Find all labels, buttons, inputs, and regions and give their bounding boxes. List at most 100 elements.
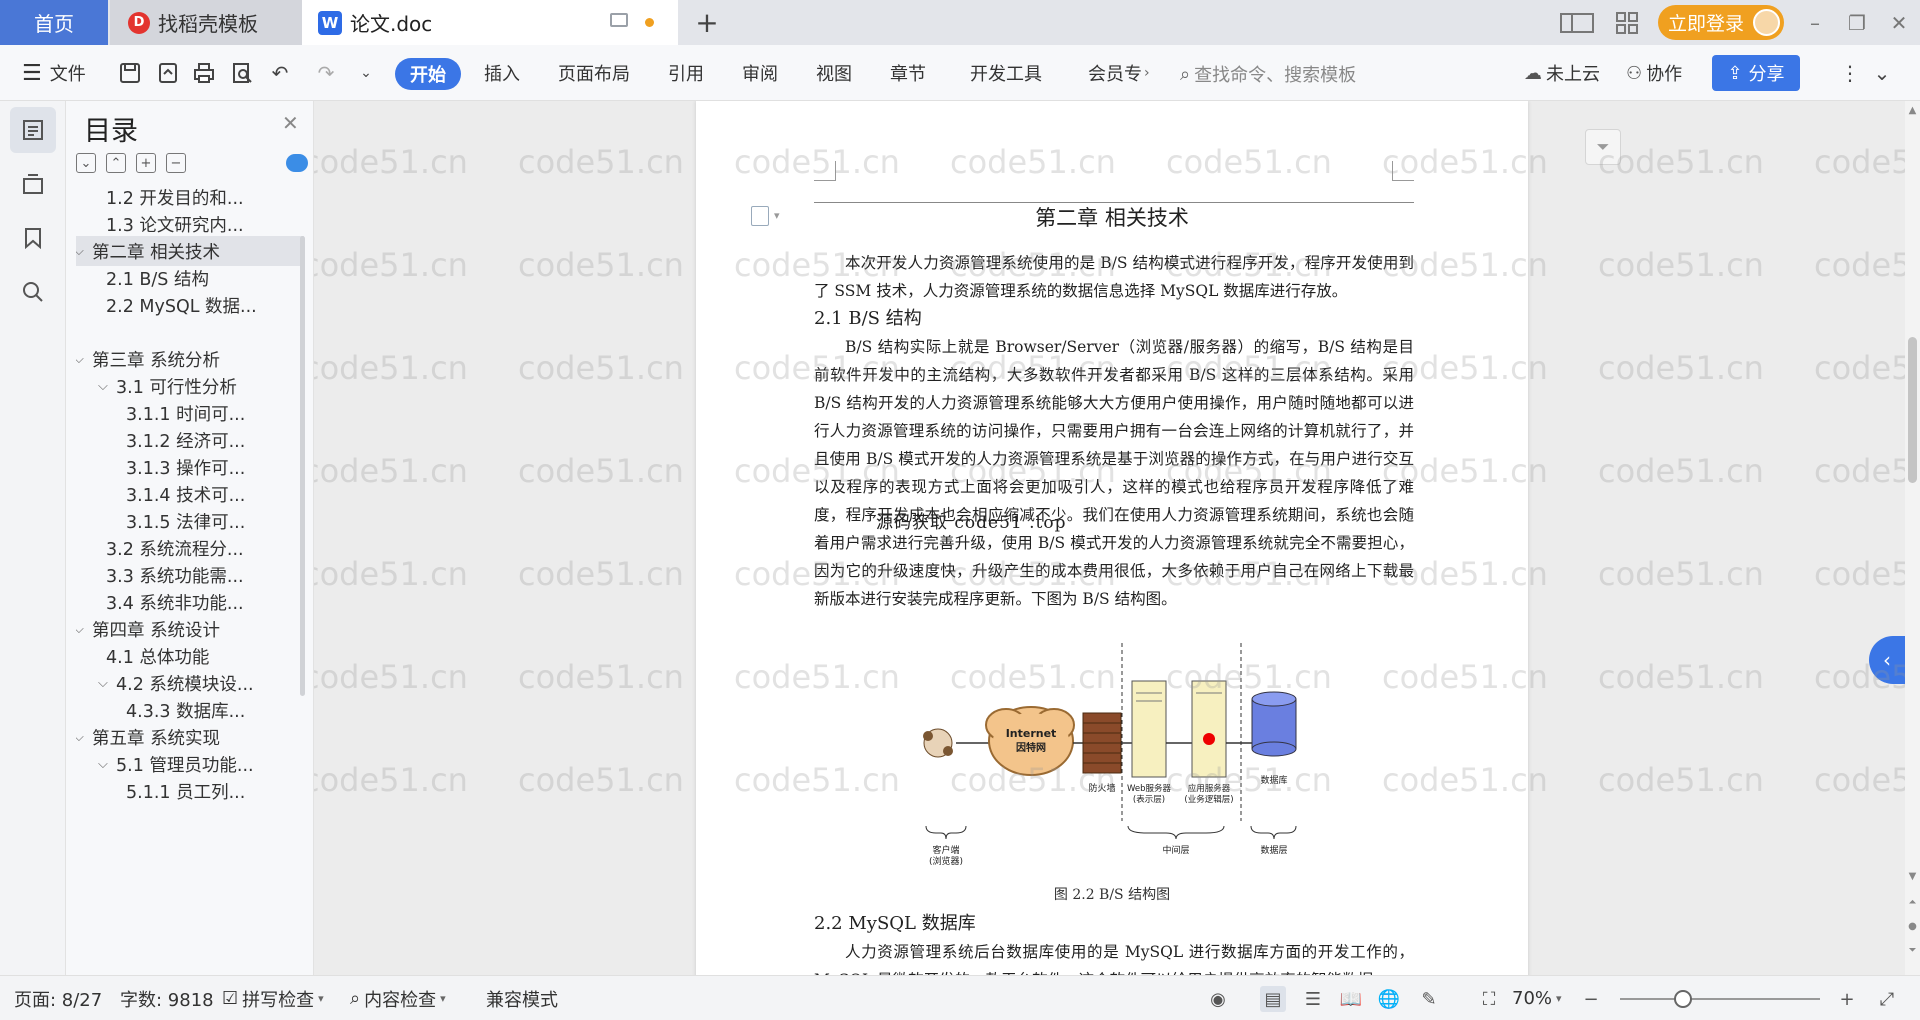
fit-page-icon[interactable]: ⛶: [1476, 986, 1502, 1012]
print-icon[interactable]: [190, 59, 218, 87]
toc-item[interactable]: 5.1.1 员工列...: [76, 776, 304, 806]
tab-home[interactable]: 首页: [0, 0, 108, 45]
share-button[interactable]: ⇪ 分享: [1712, 55, 1800, 91]
reading-view-icon[interactable]: 📖: [1338, 986, 1364, 1012]
web-view-icon[interactable]: 🌐: [1376, 986, 1402, 1012]
toc-item[interactable]: 3.1.2 经济可...: [76, 425, 304, 455]
zoom-out-icon[interactable]: −: [1578, 986, 1604, 1012]
toc-item[interactable]: ⌵第三章 系统分析: [76, 344, 304, 374]
page-view-icon[interactable]: ▤: [1260, 986, 1286, 1012]
monitor-icon[interactable]: [610, 13, 628, 27]
toc-item[interactable]: 3.1.3 操作可...: [76, 452, 304, 482]
close-icon[interactable]: ✕: [1884, 8, 1914, 38]
toc-item[interactable]: 3.1.4 技术可...: [76, 479, 304, 509]
toc-item[interactable]: 3.4 系统非功能...: [76, 587, 304, 617]
collapse-all-icon[interactable]: ⌃: [106, 153, 126, 173]
toc-item[interactable]: 4.3.3 数据库...: [76, 695, 304, 725]
close-icon[interactable]: ✕: [282, 111, 299, 135]
undo-icon[interactable]: ↶: [266, 59, 294, 87]
remove-heading-icon[interactable]: −: [166, 153, 186, 173]
chevron-down-icon[interactable]: ⌵: [76, 730, 90, 745]
toc-item[interactable]: 3.1.5 法律可...: [76, 506, 304, 536]
redo-icon[interactable]: ↷: [312, 59, 340, 87]
toc-item[interactable]: ⌵第五章 系统实现: [76, 722, 304, 752]
next-page-icon[interactable]: ⏷: [1907, 945, 1918, 956]
tab-document[interactable]: W 论文.doc: [302, 0, 678, 45]
toc-scrollbar[interactable]: [300, 236, 305, 696]
word-count[interactable]: 字数: 9818: [120, 976, 214, 1020]
fullscreen-icon[interactable]: ⤢: [1874, 986, 1900, 1012]
chevron-down-icon[interactable]: ⌵: [98, 757, 114, 772]
toc-item[interactable]: ⌵ 5.1 管理员功能...: [76, 749, 304, 779]
collaborate-button[interactable]: ⚇ 协作: [1626, 56, 1682, 90]
page-indicator[interactable]: 页面: 8/27: [14, 976, 102, 1020]
print-preview-icon[interactable]: [228, 59, 256, 87]
toc-item[interactable]: ⌵第二章 相关技术: [76, 236, 304, 266]
side-panel-toggle-icon[interactable]: ‹: [1869, 636, 1905, 684]
toc-item[interactable]: ⌵第四章 系统设计: [76, 614, 304, 644]
zoom-level-dropdown[interactable]: 70% ▾: [1512, 976, 1562, 1020]
pen-icon[interactable]: ✎: [1416, 986, 1442, 1012]
toc-item[interactable]: 2.2 MySQL 数据...: [76, 290, 304, 320]
minimize-icon[interactable]: –: [1800, 8, 1830, 38]
add-heading-icon[interactable]: +: [136, 153, 156, 173]
chapter-nav-icon[interactable]: [10, 161, 56, 207]
document-page[interactable]: ▾ 第二章 相关技术 本次开发人力资源管理系统使用的是 B/S 结构模式进行程序…: [696, 101, 1528, 975]
chevron-down-icon[interactable]: ⌵: [76, 352, 90, 367]
toc-panel-icon[interactable]: [10, 107, 56, 153]
layout-toggle-icon[interactable]: [1560, 8, 1594, 38]
tab-references[interactable]: 引用: [668, 56, 704, 90]
more-options-icon[interactable]: ⋮: [1836, 59, 1864, 87]
select-browse-icon[interactable]: ●: [1907, 921, 1918, 932]
scroll-down-icon[interactable]: ▼: [1907, 871, 1918, 882]
cloud-status-button[interactable]: ☁ 未上云: [1524, 56, 1600, 90]
file-menu-button[interactable]: ☰ 文件: [22, 56, 86, 90]
toc-item[interactable]: 2.1 B/S 结构: [76, 263, 304, 293]
tab-docer-templates[interactable]: D 找稻壳模板: [110, 0, 302, 45]
tab-member[interactable]: 会员专 ›: [1088, 56, 1150, 90]
chevron-down-icon[interactable]: ⌵: [76, 244, 90, 259]
zoom-slider-track[interactable]: [1620, 998, 1820, 1000]
vertical-scrollbar[interactable]: ▲ ▼ ⏶ ● ⏷: [1905, 101, 1920, 975]
toc-item[interactable]: 3.3 系统功能需...: [76, 560, 304, 590]
content-check-button[interactable]: ⌕ 内容检查 ▾: [350, 976, 446, 1020]
eye-protection-icon[interactable]: ◉: [1205, 986, 1231, 1012]
toc-item[interactable]: 4.1 总体功能: [76, 641, 304, 671]
chevron-down-icon[interactable]: ⌵: [98, 379, 114, 394]
toc-item[interactable]: 3.1.1 时间可...: [76, 398, 304, 428]
scroll-up-icon[interactable]: ▲: [1907, 105, 1918, 116]
search-icon[interactable]: [10, 269, 56, 315]
tab-view[interactable]: 视图: [816, 56, 852, 90]
collapse-ribbon-icon[interactable]: ⌄: [1868, 59, 1896, 87]
export-pdf-icon[interactable]: [154, 59, 182, 87]
zoom-slider-knob[interactable]: [1674, 990, 1692, 1008]
outline-view-icon[interactable]: ☰: [1300, 986, 1326, 1012]
bookmark-icon[interactable]: [10, 215, 56, 261]
toc-item[interactable]: 1.3 论文研究内...: [76, 209, 304, 239]
tab-start[interactable]: 开始: [395, 58, 461, 90]
chevron-down-icon[interactable]: ⌵: [76, 622, 90, 637]
scrollbar-thumb[interactable]: [1908, 337, 1917, 483]
tab-chapter[interactable]: 章节: [890, 56, 926, 90]
floating-filter-icon[interactable]: ⏷: [1585, 129, 1621, 165]
toc-item[interactable]: ⌵ 4.2 系统模块设...: [76, 668, 304, 698]
prev-page-icon[interactable]: ⏶: [1907, 897, 1918, 908]
restore-icon[interactable]: ❐: [1842, 8, 1872, 38]
tab-page-layout[interactable]: 页面布局: [558, 56, 630, 90]
zoom-in-icon[interactable]: +: [1834, 986, 1860, 1012]
tab-review[interactable]: 审阅: [742, 56, 778, 90]
toc-item[interactable]: ⌵ 3.1 可行性分析: [76, 371, 304, 401]
grid-apps-icon[interactable]: [1616, 8, 1638, 38]
save-icon[interactable]: [116, 59, 144, 87]
tab-insert[interactable]: 插入: [484, 56, 520, 90]
spellcheck-button[interactable]: ☑ 拼写检查 ▾: [222, 976, 324, 1020]
quick-access-dropdown-icon[interactable]: ⌄: [352, 59, 380, 87]
expand-all-icon[interactable]: ⌄: [76, 153, 96, 173]
toc-item[interactable]: 3.2 系统流程分...: [76, 533, 304, 563]
command-search-input[interactable]: ⌕ 查找命令、搜索模板: [1180, 59, 1380, 89]
new-tab-button[interactable]: +: [690, 5, 724, 39]
tab-developer[interactable]: 开发工具: [970, 56, 1042, 90]
smart-toc-icon[interactable]: [286, 154, 308, 172]
chevron-down-icon[interactable]: ⌵: [98, 676, 114, 691]
login-button[interactable]: 立即登录: [1658, 5, 1784, 40]
